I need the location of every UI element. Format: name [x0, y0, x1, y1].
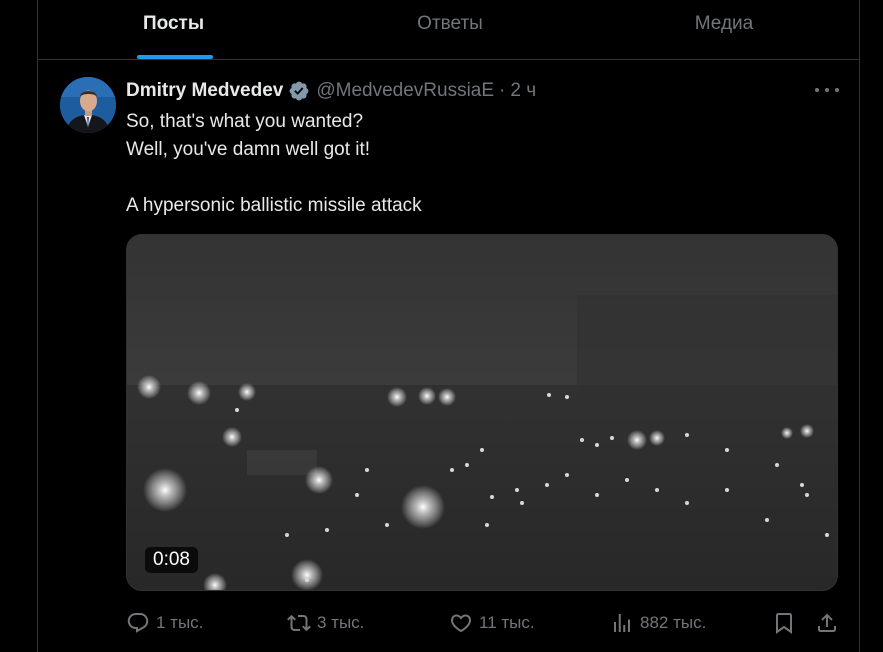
like-count: 11 тыс.: [479, 613, 535, 632]
video-frame: [127, 235, 837, 590]
bookmark-button[interactable]: [772, 608, 802, 638]
tab-replies-label: Ответы: [417, 13, 483, 34]
repost-count: 3 тыс.: [317, 613, 365, 632]
like-icon: [450, 614, 472, 633]
active-tab-indicator: [137, 55, 213, 59]
avatar-image: [60, 77, 116, 133]
tab-posts[interactable]: Посты: [98, 0, 249, 59]
reply-icon: [127, 613, 149, 633]
tweet-text-line: Well, you've damn well got it!: [126, 139, 371, 160]
separator-dot: ·: [499, 80, 506, 101]
tweet-header: Dmitry Medvedev @MedvedevRussiaE · 2 ч: [126, 78, 536, 104]
share-button[interactable]: [815, 608, 845, 638]
verified-badge-icon[interactable]: [288, 80, 310, 102]
avatar[interactable]: [60, 77, 116, 133]
bookmark-icon: [776, 613, 792, 634]
tab-media[interactable]: Медиа: [649, 0, 799, 59]
tweet-actions: 1 тыс. 3 тыс. 11 тыс. 882 тыс.: [126, 608, 840, 638]
video-player[interactable]: 0:08: [126, 234, 838, 591]
tab-posts-label: Посты: [142, 13, 205, 34]
profile-tabs: Посты Ответы Медиа: [37, 0, 860, 60]
tab-media-label: Медиа: [694, 13, 754, 34]
like-button[interactable]: 11 тыс.: [449, 608, 535, 638]
tweet-text-line: [126, 164, 422, 192]
tab-replies[interactable]: Ответы: [375, 0, 525, 59]
tweet-time[interactable]: 2 ч: [510, 80, 536, 102]
video-duration: 0:08: [145, 547, 198, 573]
tweet-text: So, that's what you wanted? Well, you've…: [126, 108, 422, 220]
reply-count: 1 тыс.: [156, 613, 204, 632]
more-icon[interactable]: [815, 80, 839, 100]
repost-button[interactable]: 3 тыс.: [287, 608, 364, 638]
share-icon: [818, 613, 836, 632]
views-count: 882 тыс.: [640, 613, 707, 632]
author-name[interactable]: Dmitry Medvedev: [126, 80, 283, 102]
views-icon: [614, 614, 630, 632]
repost-icon: [287, 614, 311, 632]
author-handle[interactable]: @MedvedevRussiaE: [316, 80, 494, 102]
tweet-text-line: A hypersonic ballistic missile attack: [126, 195, 422, 216]
views-button[interactable]: 882 тыс.: [610, 608, 706, 638]
tweet-text-line: So, that's what you wanted?: [126, 111, 364, 132]
reply-button[interactable]: 1 тыс.: [126, 608, 203, 638]
